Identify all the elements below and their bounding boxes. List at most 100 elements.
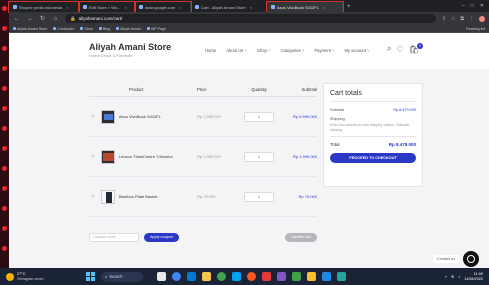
- app-icon[interactable]: [2, 146, 7, 151]
- app-icon[interactable]: [2, 66, 7, 71]
- browser-tab[interactable]: Shopee pedia Indonesia ×: [8, 1, 80, 13]
- remove-icon[interactable]: ×: [89, 114, 97, 120]
- chat-icon[interactable]: [463, 251, 480, 267]
- product-name[interactable]: Asus VivoBook S412FL: [119, 114, 161, 119]
- lock-icon: 🔒: [70, 15, 76, 21]
- bookmark[interactable]: Aliyah Amani Store: [13, 27, 47, 31]
- speaker-icon[interactable]: ♪: [458, 274, 460, 279]
- home-icon[interactable]: ⌂: [52, 16, 59, 22]
- bookmark-icon: [146, 27, 150, 30]
- nav-item-categories[interactable]: Categories ˅: [280, 48, 304, 53]
- system-tray: ˄ ≋ ♪ 11:00 11/08/2022: [445, 272, 489, 282]
- heart-icon[interactable]: ♡: [396, 45, 403, 54]
- browser-tab[interactable]: Edit Store > Wo... ×: [78, 1, 136, 13]
- cart-totals-title: Cart totals: [330, 90, 416, 102]
- browser-tab-active[interactable]: Asus VivoBook S412FL ×: [266, 1, 344, 13]
- bookmark[interactable]: Customize: [53, 27, 74, 31]
- close-icon[interactable]: ×: [250, 5, 252, 10]
- maximize-icon[interactable]: □: [471, 3, 474, 9]
- bookmark[interactable]: Store: [80, 27, 93, 31]
- app-icon[interactable]: [2, 246, 7, 251]
- app-icon[interactable]: [2, 86, 7, 91]
- close-icon[interactable]: ×: [124, 5, 126, 10]
- app-icon[interactable]: [2, 26, 7, 31]
- reading-list[interactable]: Reading list: [466, 27, 485, 31]
- coupon-input[interactable]: Coupon code: [89, 233, 139, 242]
- share-icon[interactable]: ⇪: [442, 16, 446, 22]
- app-icon[interactable]: [2, 46, 7, 51]
- app-icon[interactable]: [2, 166, 7, 171]
- shipping-note[interactable]: Enter your address to view shipping opti…: [330, 123, 416, 132]
- weather-widget[interactable]: 27°C Sebagian cerah: [0, 272, 78, 281]
- app-icon[interactable]: [277, 272, 286, 281]
- store-icon[interactable]: [232, 272, 241, 281]
- minimize-icon[interactable]: –: [462, 3, 465, 9]
- product-name[interactable]: Lenovo ThinkCentre T-Monitor: [119, 154, 173, 159]
- nav-item-shop[interactable]: Shop ˅: [257, 48, 270, 53]
- remove-icon[interactable]: ×: [89, 154, 97, 160]
- extension-icon[interactable]: ⧉: [460, 16, 464, 22]
- app-icon[interactable]: [2, 186, 7, 191]
- close-icon[interactable]: ×: [179, 5, 181, 10]
- nav-item-home[interactable]: Home: [205, 48, 216, 53]
- nav-item-payment[interactable]: Payment ˅: [314, 48, 334, 53]
- chat-widget[interactable]: Contact us: [433, 251, 480, 267]
- app-icon[interactable]: [217, 272, 226, 281]
- product-thumbnail[interactable]: [101, 109, 115, 124]
- file-explorer-icon[interactable]: [202, 272, 211, 281]
- proceed-to-checkout-button[interactable]: PROCEED TO CHECKOUT: [330, 153, 416, 163]
- app-icon[interactable]: [2, 226, 7, 231]
- bookmark[interactable]: Blog: [98, 27, 110, 31]
- app-icon[interactable]: [292, 272, 301, 281]
- quantity-input[interactable]: 1: [244, 151, 274, 162]
- menu-icon[interactable]: ⋮: [469, 16, 474, 22]
- star-icon[interactable]: ☆: [451, 16, 455, 22]
- quantity-input[interactable]: 1: [244, 111, 274, 122]
- taskbar-search[interactable]: ⌕ Search: [101, 271, 143, 282]
- chat-label[interactable]: Contact us: [433, 255, 460, 263]
- app-icon[interactable]: [307, 272, 316, 281]
- remove-icon[interactable]: ×: [89, 194, 97, 200]
- close-icon[interactable]: ×: [66, 5, 68, 10]
- windows-start-icon[interactable]: [86, 272, 95, 281]
- nav-item-account[interactable]: My account ˅: [344, 48, 369, 53]
- profile-avatar[interactable]: [479, 15, 485, 22]
- close-icon[interactable]: ×: [323, 5, 325, 10]
- chevron-up-icon[interactable]: ˄: [445, 274, 447, 279]
- wifi-icon[interactable]: ≋: [451, 274, 454, 279]
- apply-coupon-button[interactable]: Apply coupon: [144, 233, 180, 242]
- app-icon[interactable]: [247, 272, 256, 281]
- update-cart-button[interactable]: Update cart: [285, 233, 317, 242]
- product-thumbnail[interactable]: [101, 149, 115, 164]
- task-view-icon[interactable]: [157, 272, 166, 281]
- tab-label: Asus VivoBook S412FL: [277, 4, 319, 10]
- clock[interactable]: 11:00 11/08/2022: [464, 272, 483, 282]
- cart-icon[interactable]: 🛍 0: [409, 42, 423, 54]
- app-icon[interactable]: [262, 272, 271, 281]
- app-icon[interactable]: [2, 6, 7, 11]
- chrome-icon[interactable]: [172, 272, 181, 281]
- app-icon[interactable]: [2, 106, 7, 111]
- product-name[interactable]: Bamboo Plate Basket: [119, 194, 157, 199]
- browser-tab[interactable]: www.google.com ×: [134, 1, 192, 13]
- quantity-input[interactable]: 1: [244, 191, 274, 202]
- search-icon[interactable]: ⌕: [387, 44, 391, 54]
- edge-icon[interactable]: [187, 272, 196, 281]
- product-thumbnail[interactable]: [101, 189, 115, 204]
- app-icon[interactable]: [322, 272, 331, 281]
- app-icon[interactable]: [2, 126, 7, 131]
- forward-icon[interactable]: →: [26, 16, 33, 22]
- close-window-icon[interactable]: ✕: [480, 3, 484, 9]
- site-brand[interactable]: Aliyah Amani Store Home Decor & Furnitur…: [89, 42, 171, 58]
- bookmark[interactable]: WP Page: [146, 27, 166, 31]
- reload-icon[interactable]: ↻: [39, 15, 46, 22]
- bookmark[interactable]: Aliyah Amani: [116, 27, 141, 31]
- new-tab-icon[interactable]: +: [343, 2, 355, 12]
- browser-tab[interactable]: Cart - Aliyah Amani Store ×: [191, 2, 267, 12]
- browser-tab-strip: Shopee pedia Indonesia × Edit Store > Wo…: [8, 0, 489, 13]
- nav-item-about[interactable]: About Us ˅: [226, 48, 247, 53]
- app-icon[interactable]: [337, 272, 346, 281]
- back-icon[interactable]: ←: [13, 16, 20, 22]
- address-bar[interactable]: 🔒 aliyahamani.com/cart/: [65, 14, 436, 23]
- app-icon[interactable]: [2, 206, 7, 211]
